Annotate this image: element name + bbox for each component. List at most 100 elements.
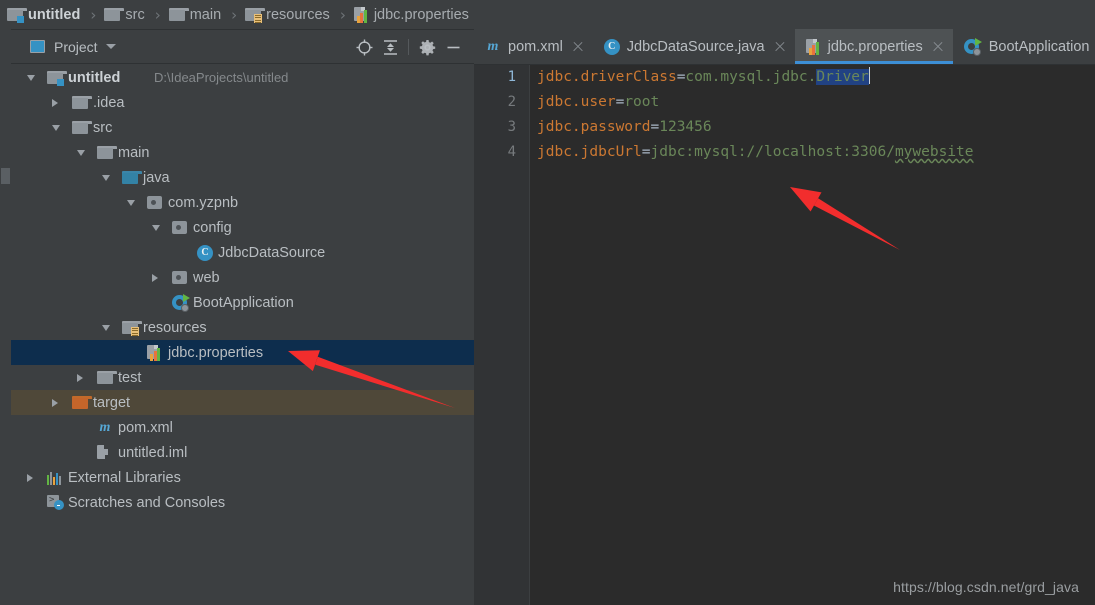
property-key: jdbc.password xyxy=(537,119,651,135)
property-key: jdbc.jdbcUrl xyxy=(537,144,642,160)
expand-arrow-icon[interactable] xyxy=(152,273,158,282)
collapse-arrow-icon[interactable] xyxy=(102,174,110,181)
scratches-icon: > xyxy=(47,495,64,510)
code-content[interactable]: jdbc.driverClass=com.mysql.jdbc.Driver jd… xyxy=(530,65,1095,605)
iml-file-icon xyxy=(97,444,111,461)
tree-row[interactable]: test xyxy=(11,365,474,390)
panel-title: Project xyxy=(54,38,98,55)
breadcrumb-item-label: main xyxy=(189,6,222,23)
chevron-down-icon[interactable] xyxy=(105,44,116,49)
tree-row[interactable]: web xyxy=(11,265,474,290)
expand-arrow-icon[interactable] xyxy=(27,473,33,482)
project-tree[interactable]: untitled D:\IdeaProjects\untitled .idea src… xyxy=(11,65,474,605)
code-line[interactable]: jdbc.driverClass=com.mysql.jdbc.Driver xyxy=(537,65,1095,90)
line-number: 2 xyxy=(507,94,516,110)
tree-row-label: .idea xyxy=(93,94,125,111)
tree-row-label: BootApplication xyxy=(193,294,294,311)
source-folder-icon xyxy=(122,170,142,185)
tree-row[interactable]: C JdbcDataSource xyxy=(11,240,474,265)
code-editor[interactable]: 1 2 3 4 jdbc.driverClass=com.mysql.jdbc.Dri… xyxy=(474,65,1095,605)
tree-row[interactable]: External Libraries xyxy=(11,465,474,490)
editor-tab-label: pom.xml xyxy=(508,38,563,55)
locate-icon[interactable] xyxy=(351,30,377,64)
breadcrumb-item-resources[interactable]: resources xyxy=(244,0,331,29)
tree-row-label: config xyxy=(193,219,232,236)
class-icon: C xyxy=(197,244,213,261)
collapse-arrow-icon[interactable] xyxy=(152,224,160,231)
expand-arrow-icon[interactable] xyxy=(52,398,58,407)
resources-folder-icon xyxy=(245,7,266,24)
tree-row-label: test xyxy=(118,369,142,386)
collapse-arrow-icon[interactable] xyxy=(27,74,35,81)
class-icon: C xyxy=(603,38,620,55)
tree-row[interactable]: com.yzpnb xyxy=(11,190,474,215)
tree-row-label: resources xyxy=(143,319,207,336)
minimize-icon[interactable] xyxy=(440,30,466,64)
collapse-arrow-icon[interactable] xyxy=(127,199,135,206)
collapse-arrow-icon[interactable] xyxy=(102,324,110,331)
tree-row[interactable]: .idea xyxy=(11,90,474,115)
collapse-all-icon[interactable] xyxy=(377,30,403,64)
close-icon[interactable] xyxy=(774,41,786,53)
line-number: 1 xyxy=(507,69,516,85)
spellcheck-text: mywebsite xyxy=(894,144,974,160)
project-window-icon xyxy=(30,40,45,53)
breadcrumb-item-src[interactable]: src xyxy=(103,0,145,29)
folder-icon xyxy=(168,7,189,22)
tree-row[interactable]: untitled.iml xyxy=(11,440,474,465)
resources-folder-icon xyxy=(122,320,142,337)
editor-tab-label: BootApplication xyxy=(988,38,1090,55)
maven-file-icon: m xyxy=(487,38,499,54)
code-line[interactable]: jdbc.jdbcUrl=jdbc:mysql://localhost:3306… xyxy=(537,140,1095,165)
collapse-arrow-icon[interactable] xyxy=(52,124,60,131)
editor-tab-bootapplication[interactable]: BootApplication xyxy=(953,29,1095,64)
editor-gutter: 1 2 3 4 xyxy=(474,65,530,605)
property-value: jdbc:mysql://localhost:3306/ xyxy=(650,144,895,160)
breadcrumb-item-untitled[interactable]: untitled xyxy=(6,0,81,29)
tree-row[interactable]: main xyxy=(11,140,474,165)
expand-arrow-icon[interactable] xyxy=(52,98,58,107)
tree-row[interactable]: m pom.xml xyxy=(11,415,474,440)
module-folder-icon xyxy=(47,70,67,86)
property-value: com.mysql.jdbc. xyxy=(685,69,817,85)
code-line[interactable]: jdbc.password=123456 xyxy=(537,115,1095,140)
breadcrumb-separator: › xyxy=(90,5,97,24)
line-number: 4 xyxy=(507,144,516,160)
editor-tab-jdbc-properties[interactable]: jdbc.properties xyxy=(794,29,953,64)
tree-row[interactable]: jdbc.properties xyxy=(11,340,474,365)
folder-icon xyxy=(72,120,92,135)
breadcrumb-item-main[interactable]: main xyxy=(168,0,222,29)
expand-arrow-icon[interactable] xyxy=(77,373,83,382)
collapse-arrow-icon[interactable] xyxy=(77,149,85,156)
breadcrumb: untitled › src › main › resources › jdbc.propert… xyxy=(0,0,1095,29)
package-icon xyxy=(172,271,187,284)
tree-row-label: pom.xml xyxy=(118,419,173,436)
breadcrumb-item-jdbc-properties[interactable]: jdbc.properties xyxy=(353,0,470,29)
strip-chip xyxy=(1,168,10,184)
close-icon[interactable] xyxy=(572,41,584,53)
tree-row[interactable]: target xyxy=(11,390,474,415)
project-panel-title-group[interactable]: Project xyxy=(30,39,116,55)
gear-icon[interactable] xyxy=(414,30,440,64)
tree-row[interactable]: java xyxy=(11,165,474,190)
line-number: 3 xyxy=(507,119,516,135)
tree-row-label: web xyxy=(193,269,220,286)
tree-row[interactable]: src xyxy=(11,115,474,140)
breadcrumb-separator: › xyxy=(231,5,238,24)
code-line[interactable]: jdbc.user=root xyxy=(537,90,1095,115)
project-tool-window: Project untitled D:\IdeaProjects\untitle… xyxy=(11,29,474,605)
breadcrumb-separator: › xyxy=(339,5,346,24)
tree-row[interactable]: resources xyxy=(11,315,474,340)
editor-tab-jdbcdatasource-java[interactable]: C JdbcDataSource.java xyxy=(593,29,795,64)
close-icon[interactable] xyxy=(932,41,944,53)
tree-row[interactable]: > Scratches and Consoles xyxy=(11,490,474,515)
tree-row-label: External Libraries xyxy=(68,469,181,486)
tree-row-label: com.yzpnb xyxy=(168,194,239,211)
libraries-icon xyxy=(47,471,63,485)
tree-row[interactable]: untitled D:\IdeaProjects\untitled xyxy=(11,65,474,90)
tree-row[interactable]: config xyxy=(11,215,474,240)
package-icon xyxy=(172,221,187,234)
tree-row-label: src xyxy=(93,119,113,136)
tree-row[interactable]: BootApplication xyxy=(11,290,474,315)
editor-tab-pom-xml[interactable]: m pom.xml xyxy=(474,29,593,64)
